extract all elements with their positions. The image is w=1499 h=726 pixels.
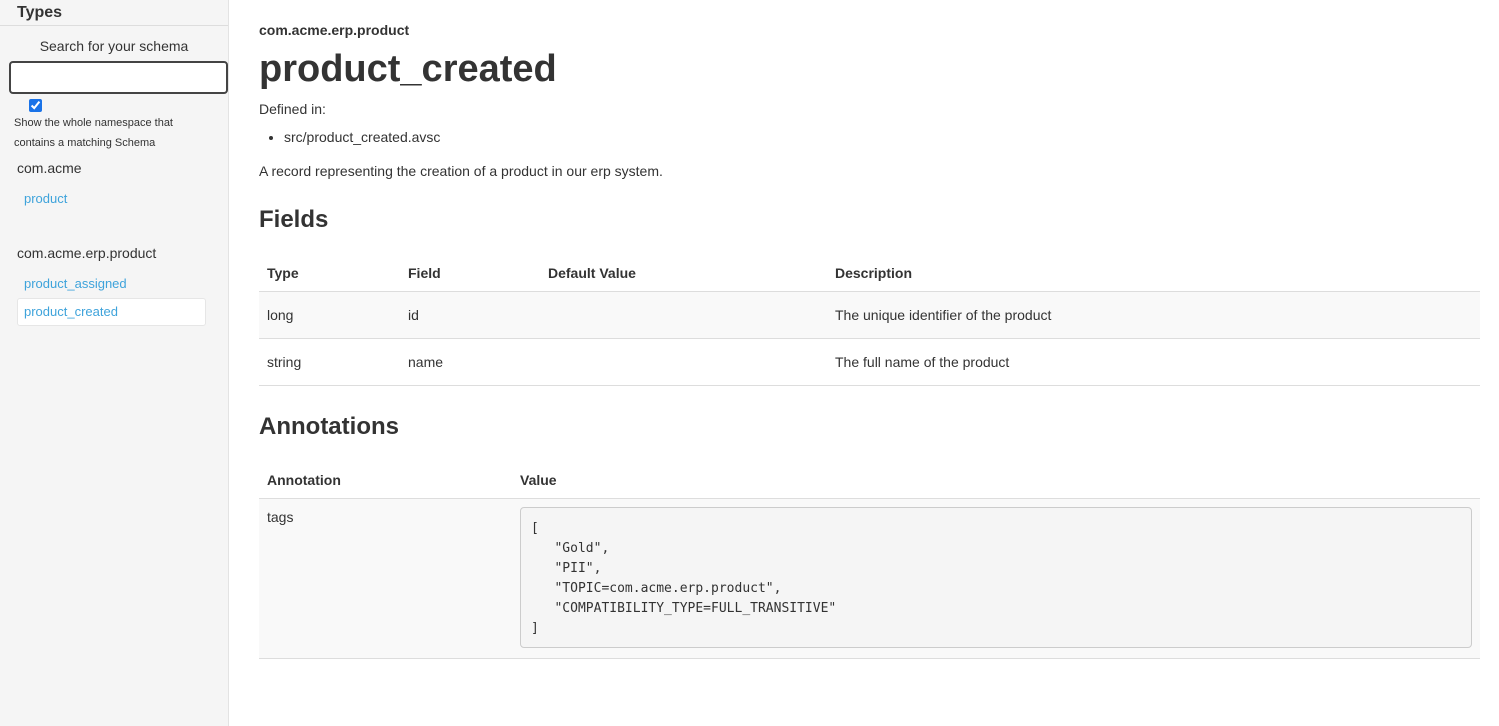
namespace-group: com.acme.erp.product product_assigned pr… — [0, 244, 228, 326]
type-link-product[interactable]: product — [17, 185, 206, 213]
page-title: product_created — [259, 48, 557, 90]
defined-in-list: src/product_created.avsc — [259, 129, 1480, 145]
annotation-name: tags — [259, 498, 512, 659]
fields-column-field: Field — [400, 255, 540, 292]
defined-in-label: Defined in: — [259, 101, 326, 117]
table-row: long id The unique identifier of the pro… — [259, 291, 1480, 339]
annotations-column-annotation: Annotation — [259, 462, 512, 499]
annotations-table: Annotation Value tags [ "Gold", "PII", "… — [259, 462, 1480, 659]
field-type: string — [259, 338, 400, 386]
field-name: id — [400, 291, 540, 339]
sidebar: Types Search for your schema Show the wh… — [0, 0, 229, 726]
main-content: com.acme.erp.product product_created Def… — [259, 0, 1480, 659]
field-default — [540, 338, 827, 386]
fields-heading: Fields — [259, 206, 329, 233]
type-link-product-created[interactable]: product_created — [17, 298, 206, 326]
namespace-checkbox-label: Show the whole namespace that contains a… — [14, 117, 173, 149]
namespace-label: com.acme.erp.product — [259, 22, 410, 38]
fields-column-default: Default Value — [540, 255, 827, 292]
annotation-value-cell: [ "Gold", "PII", "TOPIC=com.acme.erp.pro… — [512, 498, 1480, 659]
annotations-heading: Annotations — [259, 413, 399, 440]
search-input[interactable] — [9, 61, 228, 94]
table-row: string name The full name of the product — [259, 338, 1480, 386]
fields-column-description: Description — [827, 255, 1480, 292]
field-type: long — [259, 291, 400, 339]
fields-column-type: Type — [259, 255, 400, 292]
field-description: The full name of the product — [827, 338, 1480, 386]
field-name: name — [400, 338, 540, 386]
namespace-checkbox[interactable] — [29, 99, 42, 112]
search-label: Search for your schema — [39, 38, 189, 54]
annotation-value-code: [ "Gold", "PII", "TOPIC=com.acme.erp.pro… — [520, 507, 1472, 648]
field-default — [540, 291, 827, 339]
annotations-column-value: Value — [512, 462, 1480, 499]
sidebar-title: Types — [0, 0, 228, 26]
field-description: The unique identifier of the product — [827, 291, 1480, 339]
schema-description: A record representing the creation of a … — [259, 163, 663, 179]
table-row: tags [ "Gold", "PII", "TOPIC=com.acme.er… — [259, 498, 1480, 659]
type-link-product-assigned[interactable]: product_assigned — [17, 270, 206, 298]
fields-table: Type Field Default Value Description lon… — [259, 255, 1480, 386]
namespace-group-title: com.acme.erp.product — [17, 245, 157, 261]
namespace-group-title: com.acme — [17, 160, 82, 176]
namespace-group: com.acme product — [0, 159, 228, 213]
defined-in-file: src/product_created.avsc — [284, 129, 1480, 145]
